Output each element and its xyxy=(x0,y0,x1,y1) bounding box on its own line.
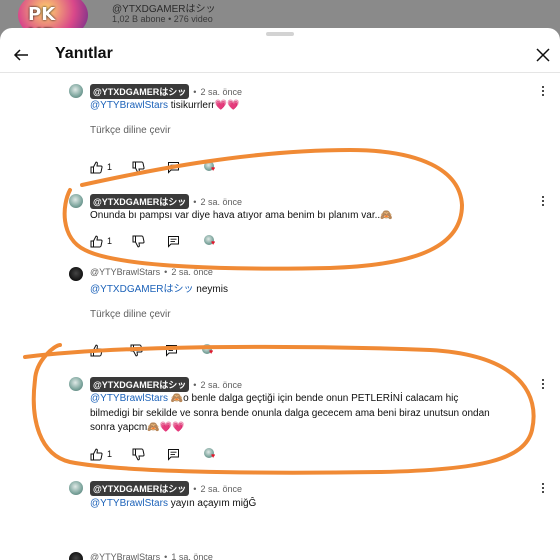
thumbs-down-icon xyxy=(130,344,143,356)
avatar[interactable] xyxy=(69,481,83,495)
arrow-left-icon xyxy=(13,49,28,61)
comment-meta: @YTYBrawlStars • 1 sa. önce xyxy=(90,552,213,560)
comment-text: @YTYBrawlStars 🙈o benle dalga geçtiği iç… xyxy=(90,393,490,433)
channel-name: @YTXDGAMERはシッ xyxy=(112,4,216,15)
mention-link[interactable]: @YTYBrawlStars xyxy=(90,393,168,404)
thumbs-up-icon xyxy=(90,448,103,460)
more-button[interactable] xyxy=(539,194,547,208)
drag-handle[interactable] xyxy=(266,32,294,36)
close-icon xyxy=(536,48,550,62)
creator-heart-icon: ♥ xyxy=(204,448,218,460)
creator-heart: ♥ xyxy=(202,343,216,357)
timestamp: 2 sa. önce xyxy=(200,379,242,390)
thumbs-up-icon xyxy=(90,235,103,247)
sheet-title: Yanıtlar xyxy=(55,45,113,62)
dislike-button[interactable] xyxy=(132,160,145,174)
like-button[interactable]: 1 xyxy=(90,447,112,461)
avatar[interactable] xyxy=(69,552,83,560)
comment-item: @YTXDGAMERはシッ • 2 sa. önce Onunda bı pamp… xyxy=(69,194,550,254)
thumbs-down-icon xyxy=(132,235,145,247)
like-count: 1 xyxy=(107,449,113,459)
more-button[interactable] xyxy=(539,481,547,495)
reply-button[interactable] xyxy=(167,234,180,248)
mention-link[interactable]: @YTYBrawlStars xyxy=(90,498,168,509)
author-name[interactable]: @YTYBrawlStars xyxy=(90,552,160,560)
creator-heart: ♥ xyxy=(204,234,218,248)
like-count: 1 xyxy=(107,162,113,172)
avatar[interactable] xyxy=(69,377,83,391)
creator-heart: ♥ xyxy=(204,160,218,174)
translate-link[interactable]: Türkçe diline çevir xyxy=(90,125,171,136)
comment-item: @YTYBrawlStars • 2 sa. önce @YTXDGAMERはシッ… xyxy=(69,267,550,357)
comment-text: Onunda bı pampsı var diye hava atıyor am… xyxy=(90,210,393,221)
reply-button[interactable] xyxy=(167,447,180,461)
comment-item: @YTXDGAMERはシッ • 2 sa. önce @YTYBrawlStars… xyxy=(69,481,550,526)
comment-meta: @YTXDGAMERはシッ • 2 sa. önce xyxy=(90,377,242,392)
author-name[interactable]: @YTXDGAMERはシッ xyxy=(90,377,190,392)
translate-link[interactable]: Türkçe diline çevir xyxy=(90,309,171,320)
author-name[interactable]: @YTXDGAMERはシッ xyxy=(90,194,190,209)
creator-heart-icon: ♥ xyxy=(204,161,218,173)
comment-item: @YTXDGAMERはシッ • 2 sa. önce @YTYBrawlStars… xyxy=(69,84,550,174)
timestamp: 2 sa. önce xyxy=(200,196,242,207)
avatar[interactable] xyxy=(69,84,83,98)
like-count: 1 xyxy=(107,236,113,246)
comment-icon xyxy=(168,448,180,461)
avatar[interactable] xyxy=(69,267,83,281)
comment-icon xyxy=(166,344,177,357)
video-count: 276 video xyxy=(173,14,213,24)
mention-link[interactable]: @YTYBrawlStars xyxy=(90,100,168,111)
creator-heart: ♥ xyxy=(204,447,218,461)
avatar[interactable] xyxy=(69,194,83,208)
thumbs-down-icon xyxy=(132,161,145,173)
author-name[interactable]: @YTYBrawlStars xyxy=(90,267,160,277)
timestamp: 1 sa. önce xyxy=(171,552,213,560)
close-button[interactable] xyxy=(530,42,556,68)
more-button[interactable] xyxy=(539,84,547,98)
thumbs-up-icon xyxy=(90,161,103,173)
comment-actions: 1 ♥ xyxy=(90,160,218,174)
timestamp: 2 sa. önce xyxy=(171,267,213,277)
reply-button[interactable] xyxy=(167,160,180,174)
timestamp: 2 sa. önce xyxy=(200,483,242,494)
sheet-header: Yanıtlar xyxy=(0,42,560,72)
header-divider xyxy=(0,72,560,73)
back-button[interactable] xyxy=(8,42,34,68)
comment-text: @YTYBrawlStars tisikurrlerr💗💗 xyxy=(90,100,240,111)
channel-stats: 1,02 B abone • 276 video xyxy=(112,14,213,24)
reply-button[interactable] xyxy=(165,343,178,357)
comment-icon xyxy=(168,235,180,248)
comment-meta: @YTXDGAMERはシッ • 2 sa. önce xyxy=(90,194,242,209)
author-name[interactable]: @YTXDGAMERはシッ xyxy=(90,481,190,496)
creator-heart-icon: ♥ xyxy=(202,344,216,356)
comment-meta: @YTXDGAMERはシッ • 2 sa. önce xyxy=(90,84,242,99)
comment-text: @YTXDGAMERはシッ neymis xyxy=(90,284,228,295)
like-button[interactable]: 1 xyxy=(90,234,112,248)
dislike-button[interactable] xyxy=(132,447,145,461)
comment-item: @YTYBrawlStars • 1 sa. önce xyxy=(69,552,550,560)
comment-icon xyxy=(168,161,180,174)
dislike-button[interactable] xyxy=(130,343,143,357)
comment-actions: ♥ xyxy=(90,343,216,357)
creator-heart-icon: ♥ xyxy=(204,235,218,247)
comment-meta: @YTXDGAMERはシッ • 2 sa. önce xyxy=(90,481,242,496)
comment-actions: 1 ♥ xyxy=(90,234,218,248)
thumbs-down-icon xyxy=(132,448,145,460)
comment-text: @YTYBrawlStars yayın açayım miğĜ xyxy=(90,498,257,509)
timestamp: 2 sa. önce xyxy=(200,86,242,97)
subscriber-count: 1,02 B abone xyxy=(112,14,166,24)
author-name[interactable]: @YTXDGAMERはシッ xyxy=(90,84,190,99)
comment-actions: 1 ♥ xyxy=(90,447,218,461)
like-button[interactable]: 1 xyxy=(90,160,112,174)
more-button[interactable] xyxy=(539,377,547,391)
like-button[interactable] xyxy=(90,343,103,357)
dislike-button[interactable] xyxy=(132,234,145,248)
thumbs-up-icon xyxy=(90,344,103,356)
comment-item: @YTXDGAMERはシッ • 2 sa. önce @YTYBrawlStars… xyxy=(69,377,550,467)
mention-link[interactable]: @YTXDGAMERはシッ xyxy=(90,284,194,295)
comment-meta: @YTYBrawlStars • 2 sa. önce xyxy=(90,267,213,277)
